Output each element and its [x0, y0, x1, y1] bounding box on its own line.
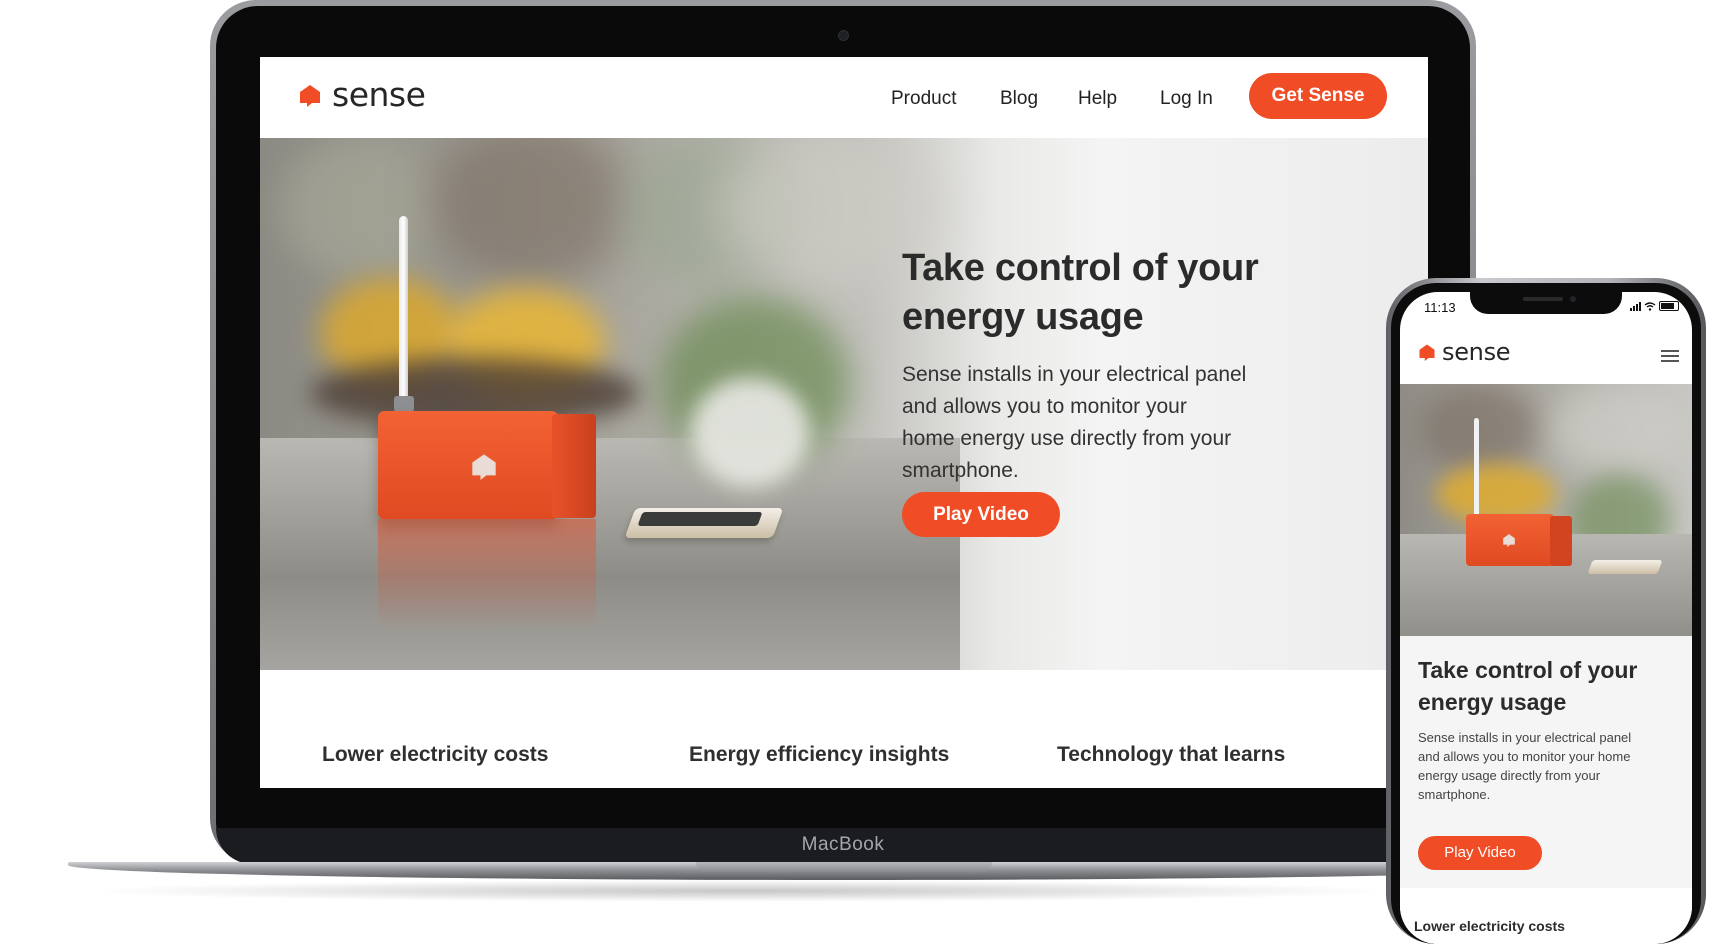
- laptop-hinge-notch: [696, 862, 992, 872]
- hero-bg-pot: [690, 378, 810, 488]
- table-phone-screen: [637, 512, 763, 526]
- phone-hero-description: Sense installs in your electrical panel …: [1418, 728, 1680, 804]
- laptop-camera: [838, 30, 849, 41]
- phone-hero-device-side: [1550, 516, 1572, 566]
- hero-title-line-1: Take control of your: [902, 247, 1259, 289]
- hero-title: Take control of your energy usage: [902, 244, 1332, 342]
- phone-hero-title: Take control of your energy usage: [1418, 654, 1678, 718]
- phone-notch: [1470, 292, 1622, 314]
- feature-title-costs: Lower electricity costs: [322, 743, 549, 766]
- laptop-brand-label: MacBook: [801, 834, 885, 855]
- feature-title-learns: Technology that learns: [1057, 743, 1286, 766]
- nav-link-login[interactable]: Log In: [1160, 88, 1213, 110]
- hero-bg-plant: [280, 138, 440, 278]
- play-video-button[interactable]: Play Video: [902, 492, 1060, 537]
- phone-hero-body-line-3: energy usage directly from your: [1418, 768, 1601, 783]
- phone-logo-wordmark: sense: [1442, 338, 1511, 366]
- hero-bg-shelf: [430, 138, 630, 288]
- hero-body-line-1: Sense installs in your electrical panel: [902, 363, 1247, 386]
- phone-feature-title: Lower electricity costs: [1414, 918, 1565, 934]
- hero-title-line-2: energy usage: [902, 296, 1144, 338]
- status-icons: [1630, 301, 1679, 311]
- device-antenna-base: [394, 396, 414, 412]
- phone-hero-table-phone: [1587, 560, 1663, 574]
- phone-hero-bg-light: [1550, 384, 1690, 474]
- phone-hero-title-line-1: Take control of your: [1418, 657, 1638, 683]
- hero-countertop: [260, 438, 960, 670]
- device-antenna: [399, 216, 408, 416]
- battery-icon: [1659, 301, 1679, 311]
- sense-device: [378, 411, 558, 519]
- phone-play-video-button[interactable]: Play Video: [1418, 836, 1542, 870]
- device-reflection: [378, 519, 596, 629]
- hero-body-line-4: smartphone.: [902, 459, 1019, 482]
- nav-link-product[interactable]: Product: [891, 88, 956, 110]
- device-side: [552, 414, 596, 518]
- hero-body-line-3: home energy use directly from your: [902, 427, 1232, 450]
- features-section: Lower electricity costs Energy efficienc…: [260, 670, 1428, 788]
- laptop-shadow: [80, 880, 1400, 902]
- site-logo[interactable]: sense: [298, 75, 426, 114]
- phone-hero-device-logo-icon: [1503, 534, 1515, 547]
- sense-logo-icon: [1419, 344, 1435, 361]
- hamburger-icon[interactable]: [1661, 350, 1679, 362]
- phone-site-logo[interactable]: sense: [1418, 338, 1511, 366]
- phone-hero-title-line-2: energy usage: [1418, 689, 1567, 715]
- nav-link-blog[interactable]: Blog: [1000, 88, 1038, 110]
- laptop-screen: sense Product Blog Help Log In Get Sense: [260, 57, 1428, 788]
- wifi-icon: [1644, 302, 1656, 311]
- phone-features-section: Lower electricity costs: [1400, 888, 1692, 944]
- signal-icon: [1630, 302, 1641, 311]
- site-nav: sense Product Blog Help Log In Get Sense: [260, 57, 1428, 138]
- device-logo-icon: [472, 454, 496, 480]
- feature-title-insights: Energy efficiency insights: [689, 743, 950, 766]
- phone-hero-body-line-4: smartphone.: [1418, 787, 1491, 802]
- get-sense-button[interactable]: Get Sense: [1249, 73, 1387, 119]
- phone-hero-body-line-1: Sense installs in your electrical panel: [1418, 730, 1632, 745]
- status-time: 11:13: [1424, 300, 1456, 315]
- phone-screen: 11:13 sense Take control of your energy …: [1400, 292, 1692, 944]
- sense-logo-icon: [300, 84, 320, 107]
- phone-camera: [1570, 296, 1576, 302]
- logo-wordmark: sense: [332, 75, 426, 114]
- hero-description: Sense installs in your electrical panel …: [902, 359, 1342, 487]
- phone-hero-body-line-2: and allows you to monitor your home: [1418, 749, 1631, 764]
- nav-link-help[interactable]: Help: [1078, 88, 1117, 110]
- phone-hero-antenna: [1474, 418, 1479, 518]
- phone-hero-content: Take control of your energy usage Sense …: [1400, 636, 1692, 944]
- phone-hero-bg-shelf: [1420, 384, 1540, 474]
- phone-speaker: [1523, 297, 1563, 301]
- hero-section: Take control of your energy usage Sense …: [260, 138, 1428, 670]
- hero-body-line-2: and allows you to monitor your: [902, 395, 1187, 418]
- phone-hero-image: [1400, 384, 1692, 636]
